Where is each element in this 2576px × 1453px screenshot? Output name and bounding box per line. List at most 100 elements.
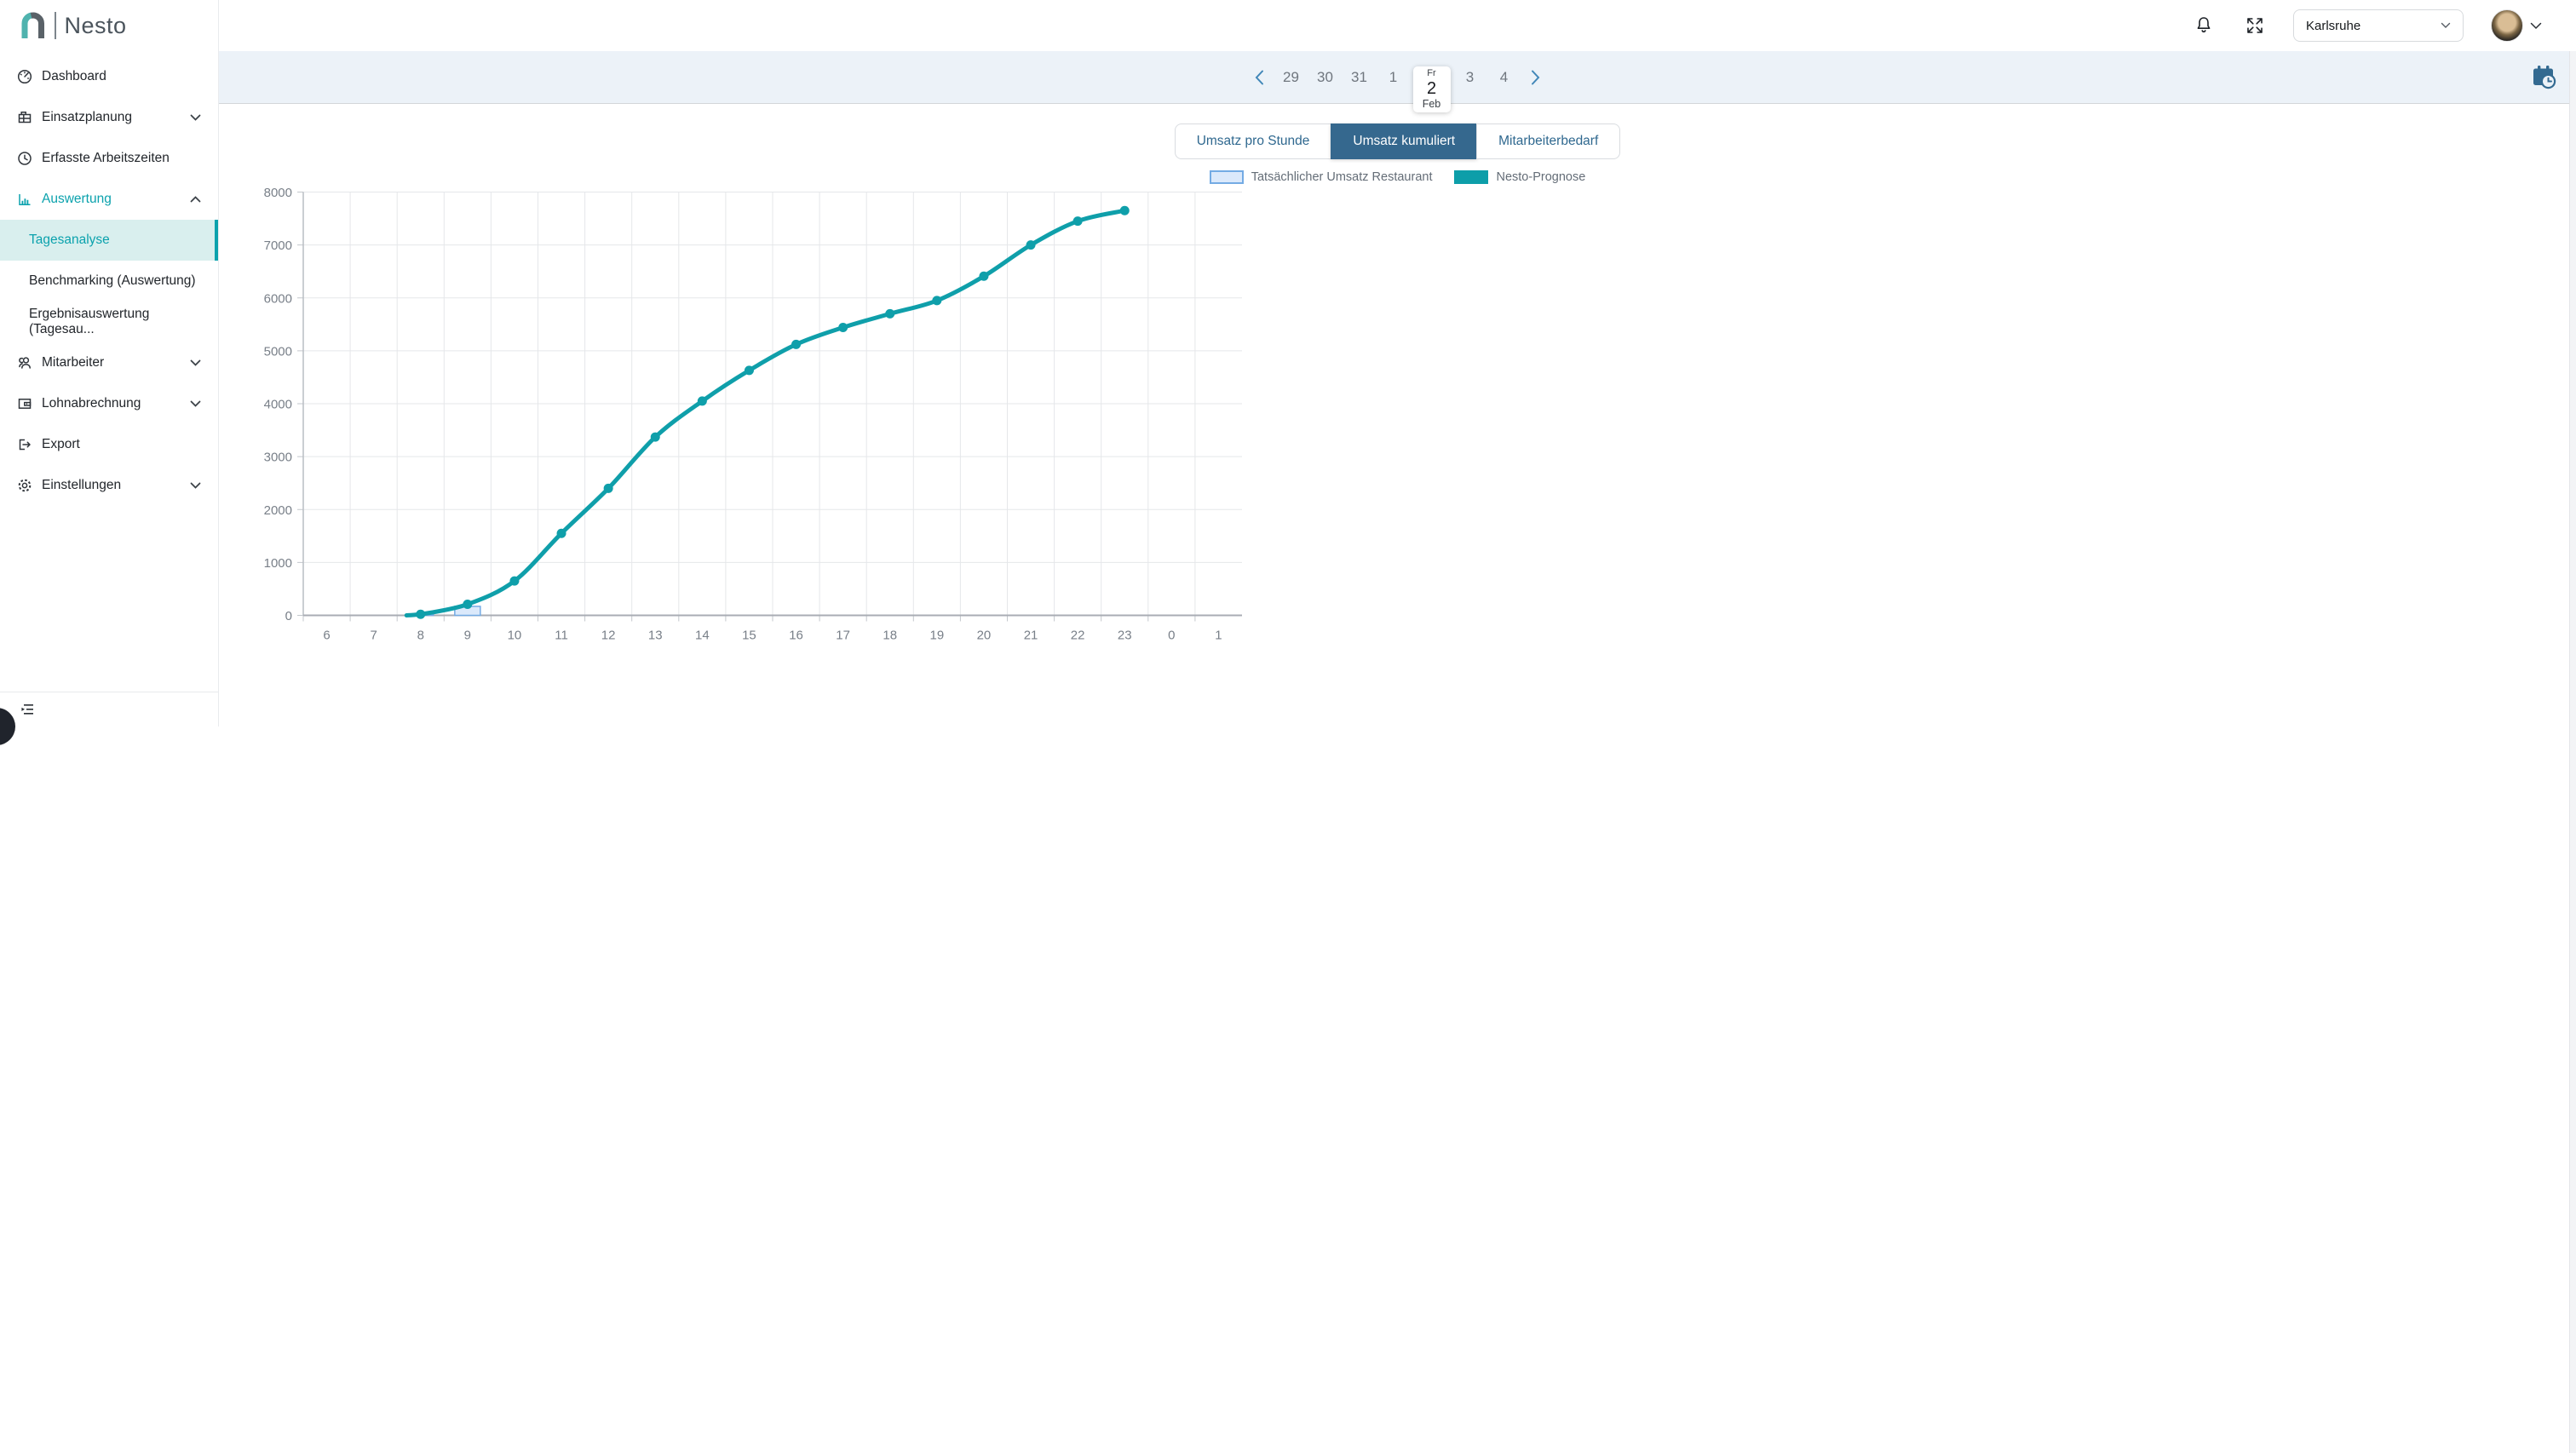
- sidebar-subitem-label: Ergebnisauswertung (Tagesau...: [29, 307, 218, 337]
- bar-chart-icon: [16, 191, 33, 208]
- top-header: Karlsruhe: [219, 0, 2576, 51]
- sidebar-footer: [0, 692, 218, 726]
- sidebar-subitem-tagesanalyse[interactable]: Tagesanalyse: [0, 220, 218, 261]
- svg-text:20: 20: [977, 629, 992, 643]
- svg-text:13: 13: [648, 629, 663, 643]
- chevron-right-icon: [1531, 70, 1540, 85]
- location-value: Karlsruhe: [2306, 19, 2360, 33]
- tagesanalyse-panel: Umsatz pro Stunde Umsatz kumuliert Mitar…: [219, 104, 2576, 1453]
- prev-day-button[interactable]: [1248, 66, 1272, 89]
- user-avatar[interactable]: [2491, 9, 2523, 42]
- sidebar-item-label: Mitarbeiter: [42, 355, 104, 370]
- sidebar-item-dashboard[interactable]: Dashboard: [0, 56, 218, 97]
- date-option[interactable]: 1: [1379, 69, 1408, 86]
- chevron-left-icon: [1255, 70, 1264, 85]
- selected-date-card[interactable]: Fr 2 Feb: [1413, 66, 1451, 112]
- svg-text:16: 16: [789, 629, 803, 643]
- sidebar-item-label: Auswertung: [42, 192, 112, 207]
- sidebar-subitem-benchmarking[interactable]: Benchmarking (Auswertung): [0, 261, 218, 302]
- user-menu-chevron-icon[interactable]: [2530, 22, 2542, 30]
- svg-text:11: 11: [555, 629, 568, 643]
- svg-text:6: 6: [323, 629, 330, 643]
- svg-text:23: 23: [1118, 629, 1132, 643]
- svg-text:3000: 3000: [264, 451, 292, 465]
- sidebar-nav: Dashboard Einsatzplanung Erfasste Arbeit…: [0, 51, 218, 692]
- sidebar-item-mitarbeiter[interactable]: Mitarbeiter: [0, 342, 218, 383]
- sidebar-item-label: Erfasste Arbeitszeiten: [42, 151, 170, 166]
- scrollbar-track[interactable]: [2569, 51, 2576, 1453]
- svg-text:0: 0: [285, 609, 292, 623]
- svg-text:7: 7: [370, 629, 377, 643]
- legend-label: Nesto-Prognose: [1496, 170, 1585, 184]
- planning-icon: [16, 109, 33, 126]
- svg-text:21: 21: [1024, 629, 1038, 643]
- svg-text:4000: 4000: [264, 398, 292, 412]
- calendar-clock-icon: [2530, 63, 2559, 92]
- chevron-down-icon: [2441, 22, 2451, 29]
- svg-text:0: 0: [1168, 629, 1175, 643]
- date-option[interactable]: 31: [1345, 69, 1374, 86]
- sidebar-item-lohnabrechnung[interactable]: Lohnabrechnung: [0, 383, 218, 424]
- export-icon: [16, 436, 33, 453]
- svg-text:7000: 7000: [264, 238, 292, 253]
- svg-text:14: 14: [695, 629, 710, 643]
- svg-text:10: 10: [508, 629, 522, 643]
- sidebar-item-einstellungen[interactable]: Einstellungen: [0, 465, 218, 506]
- sidebar-item-label: Einsatzplanung: [42, 110, 132, 125]
- location-select[interactable]: Karlsruhe: [2293, 9, 2464, 42]
- brand-name: Nesto: [65, 13, 127, 39]
- tab-umsatz-kumuliert[interactable]: Umsatz kumuliert: [1331, 123, 1477, 159]
- chevron-down-icon: [190, 400, 201, 407]
- revenue-chart: 0100020003000400050006000700080006789101…: [219, 104, 1288, 726]
- svg-text:18: 18: [883, 629, 897, 643]
- sidebar-item-label: Lohnabrechnung: [42, 396, 141, 411]
- date-option[interactable]: 3: [1456, 69, 1485, 86]
- sidebar-item-export[interactable]: Export: [0, 424, 218, 465]
- selected-weekday: Fr: [1427, 68, 1435, 78]
- legend-item-prognose: Nesto-Prognose: [1454, 170, 1585, 184]
- selected-month: Feb: [1423, 99, 1441, 111]
- date-option[interactable]: 4: [1490, 69, 1519, 86]
- gear-icon: [16, 477, 33, 494]
- nesto-logo-icon: [20, 12, 46, 39]
- date-option[interactable]: 29: [1277, 69, 1306, 86]
- expand-icon: [2245, 16, 2264, 35]
- sidebar-subitem-ergebnisauswertung[interactable]: Ergebnisauswertung (Tagesau...: [0, 302, 218, 342]
- chevron-down-icon: [190, 114, 201, 121]
- sidebar-item-label: Export: [42, 437, 80, 452]
- sidebar-subitem-label: Tagesanalyse: [29, 233, 110, 248]
- chevron-down-icon: [190, 482, 201, 489]
- fullscreen-button[interactable]: [2244, 14, 2266, 37]
- legend-swatch-prognose: [1454, 170, 1488, 184]
- date-navigation-bar: 29 30 31 1 Fr 2 Feb 3 4: [219, 51, 2576, 104]
- svg-text:8: 8: [417, 629, 424, 643]
- svg-text:12: 12: [601, 629, 616, 643]
- sidebar-subitem-label: Benchmarking (Auswertung): [29, 273, 196, 289]
- clock-icon: [16, 150, 33, 167]
- selected-day: 2: [1427, 79, 1436, 98]
- date-picker-button[interactable]: [2530, 63, 2559, 92]
- nesto-logo: Nesto: [0, 0, 218, 51]
- chevron-down-icon: [190, 359, 201, 366]
- users-icon: [16, 354, 33, 371]
- svg-text:1: 1: [1215, 629, 1222, 643]
- notifications-button[interactable]: [2193, 14, 2215, 37]
- date-option[interactable]: 30: [1311, 69, 1340, 86]
- sidebar-item-erfasste-arbeitszeiten[interactable]: Erfasste Arbeitszeiten: [0, 138, 218, 179]
- svg-text:1000: 1000: [264, 556, 292, 571]
- svg-text:17: 17: [836, 629, 850, 643]
- tab-mitarbeiterbedarf[interactable]: Mitarbeiterbedarf: [1476, 123, 1620, 159]
- svg-text:15: 15: [742, 629, 756, 643]
- chevron-up-icon: [190, 196, 201, 203]
- logo-divider: [55, 12, 56, 39]
- wallet-icon: [16, 395, 33, 412]
- next-day-button[interactable]: [1524, 66, 1548, 89]
- sidebar: Nesto Dashboard Einsatzplanung: [0, 0, 219, 726]
- sidebar-item-einsatzplanung[interactable]: Einsatzplanung: [0, 97, 218, 138]
- sidebar-item-auswertung[interactable]: Auswertung: [0, 179, 218, 220]
- svg-text:8000: 8000: [264, 186, 292, 200]
- collapse-sidebar-icon[interactable]: [19, 701, 36, 718]
- svg-text:6000: 6000: [264, 291, 292, 306]
- dashboard-icon: [16, 68, 33, 85]
- sidebar-item-label: Dashboard: [42, 69, 106, 84]
